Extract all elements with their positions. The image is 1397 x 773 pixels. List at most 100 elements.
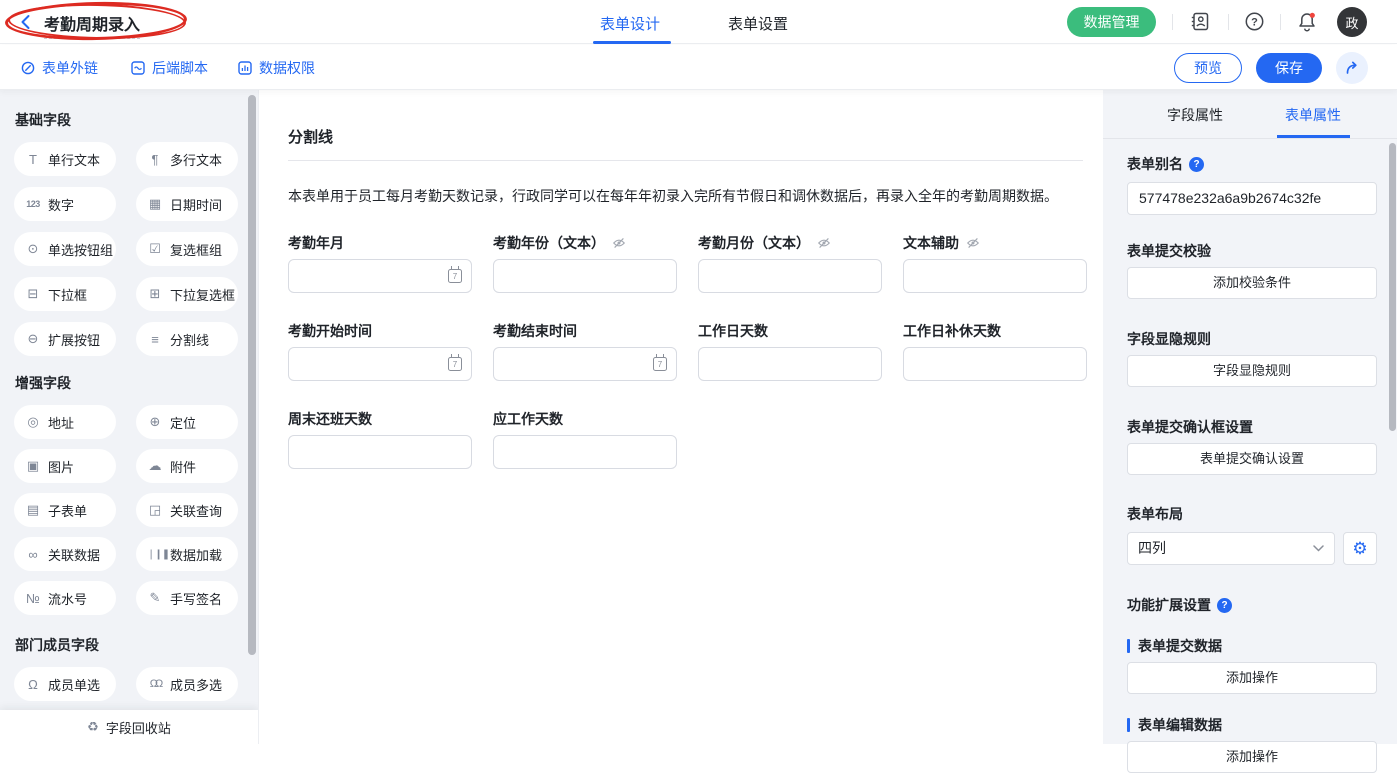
date-input[interactable]: 7 bbox=[288, 347, 472, 381]
field-item-dropdown-multi[interactable]: ⊞下拉复选框 bbox=[136, 277, 238, 311]
field-item-subform[interactable]: ▤子表单 bbox=[14, 493, 116, 527]
member-single-icon: Ω bbox=[25, 677, 41, 692]
chevron-down-icon bbox=[1313, 545, 1324, 552]
canvas-field-attendance-month[interactable]: 考勤年月 7 bbox=[288, 233, 472, 293]
field-visibility-button[interactable]: 字段显隐规则 bbox=[1127, 355, 1377, 387]
canvas-field-weekend-makeup[interactable]: 周末还班天数 bbox=[288, 409, 472, 469]
canvas-field-attendance-month-text[interactable]: 考勤月份（文本） bbox=[698, 233, 882, 293]
field-item-linked-data[interactable]: ∞关联数据 bbox=[14, 537, 116, 571]
field-item-attachment[interactable]: ☁附件 bbox=[136, 449, 238, 483]
calendar-icon: 7 bbox=[653, 357, 667, 371]
canvas-field-workday-comp-rest[interactable]: 工作日补休天数 bbox=[903, 321, 1087, 381]
field-item-multi-line-text[interactable]: ¶多行文本 bbox=[136, 142, 238, 176]
field-item-number[interactable]: 123数字 bbox=[14, 187, 116, 221]
canvas-field-attendance-year-text[interactable]: 考勤年份（文本） bbox=[493, 233, 677, 293]
field-item-data-load[interactable]: ❘❙❚数据加载 bbox=[136, 537, 238, 571]
field-item-extend-button[interactable]: ⊖扩展按钮 bbox=[14, 322, 116, 356]
sidebar-scrollbar[interactable] bbox=[248, 95, 256, 655]
eye-off-icon bbox=[817, 236, 831, 250]
field-item-image[interactable]: ▣图片 bbox=[14, 449, 116, 483]
linked-data-icon: ∞ bbox=[25, 547, 41, 562]
data-permission-button[interactable]: 数据权限 bbox=[237, 58, 315, 78]
tab-form-properties[interactable]: 表单属性 bbox=[1285, 105, 1341, 125]
external-link-button[interactable]: 表单外链 bbox=[20, 58, 98, 78]
divider-icon: ≡ bbox=[147, 332, 163, 347]
notification-bell-icon[interactable] bbox=[1296, 11, 1318, 33]
field-item-signature[interactable]: ✎手写签名 bbox=[136, 581, 238, 615]
field-item-member-single[interactable]: Ω成员单选 bbox=[14, 667, 116, 701]
help-icon[interactable]: ? bbox=[1189, 157, 1204, 172]
tab-field-properties[interactable]: 字段属性 bbox=[1167, 105, 1223, 125]
text-input[interactable] bbox=[903, 347, 1087, 381]
layout-gear-button[interactable]: ⚙ bbox=[1343, 532, 1377, 565]
panel-active-tab-underline bbox=[1277, 135, 1350, 138]
field-item-divider[interactable]: ≡分割线 bbox=[136, 322, 238, 356]
contacts-icon[interactable] bbox=[1190, 11, 1211, 32]
field-item-location[interactable]: ⊕定位 bbox=[136, 405, 238, 439]
preview-button[interactable]: 预览 bbox=[1174, 53, 1242, 83]
signature-icon: ✎ bbox=[147, 590, 163, 606]
share-button[interactable] bbox=[1336, 52, 1368, 84]
add-action-edit-button[interactable]: 添加操作 bbox=[1127, 741, 1377, 773]
calendar-icon: 7 bbox=[448, 269, 462, 283]
field-item-linked-query[interactable]: ◲关联查询 bbox=[136, 493, 238, 527]
submit-confirm-button[interactable]: 表单提交确认设置 bbox=[1127, 443, 1377, 475]
field-item-datetime[interactable]: ▦日期时间 bbox=[136, 187, 238, 221]
field-item-dropdown[interactable]: ⊟下拉框 bbox=[14, 277, 116, 311]
field-item-checkbox-group[interactable]: ☑复选框组 bbox=[136, 232, 238, 266]
add-validation-button[interactable]: 添加校验条件 bbox=[1127, 267, 1377, 299]
tab-form-design[interactable]: 表单设计 bbox=[600, 13, 660, 34]
text-input[interactable] bbox=[493, 259, 677, 293]
field-item-serial-number[interactable]: №流水号 bbox=[14, 581, 116, 615]
tab-form-settings[interactable]: 表单设置 bbox=[728, 13, 788, 34]
add-action-submit-button[interactable]: 添加操作 bbox=[1127, 662, 1377, 694]
canvas-field-expected-workdays[interactable]: 应工作天数 bbox=[493, 409, 677, 469]
canvas-field-attendance-end[interactable]: 考勤结束时间 7 bbox=[493, 321, 677, 381]
share-arrow-icon bbox=[1344, 60, 1360, 76]
field-label: 考勤年份（文本） bbox=[493, 233, 605, 253]
help-icon[interactable]: ? bbox=[1217, 598, 1232, 613]
field-recycle-bin[interactable]: ♻ 字段回收站 bbox=[0, 710, 258, 744]
field-label: 周末还班天数 bbox=[288, 409, 372, 429]
field-item-radio-group[interactable]: ⊙单选按钮组 bbox=[14, 232, 116, 266]
avatar[interactable]: 政 bbox=[1337, 7, 1367, 37]
back-icon[interactable] bbox=[18, 13, 34, 31]
field-label: 文本辅助 bbox=[903, 233, 959, 253]
page-title[interactable]: 考勤周期录入 bbox=[44, 11, 140, 39]
eye-off-icon bbox=[966, 236, 980, 250]
header-divider bbox=[1280, 14, 1281, 30]
form-canvas: 分割线 本表单用于员工每月考勤天数记录，行政同学可以在每年年初录入完所有节假日和… bbox=[258, 90, 1103, 744]
save-button[interactable]: 保存 bbox=[1256, 53, 1322, 83]
field-item-single-line-text[interactable]: T单行文本 bbox=[14, 142, 116, 176]
data-manage-button[interactable]: 数据管理 bbox=[1067, 7, 1156, 37]
calendar-icon: 7 bbox=[448, 357, 462, 371]
canvas-divider-title[interactable]: 分割线 bbox=[288, 126, 1083, 147]
data-load-icon: ❘❙❚ bbox=[147, 549, 163, 560]
backend-script-button[interactable]: 后端脚本 bbox=[130, 58, 208, 78]
attachment-icon: ☁ bbox=[147, 458, 163, 474]
section-title-member-fields: 部门成员字段 bbox=[15, 635, 244, 655]
form-alias-input[interactable]: 577478e232a6a9b2674c32fe bbox=[1127, 182, 1377, 215]
layout-select[interactable]: 四列 bbox=[1127, 532, 1335, 565]
panel-scrollbar[interactable] bbox=[1389, 143, 1396, 431]
field-label: 考勤开始时间 bbox=[288, 321, 372, 341]
text-input[interactable] bbox=[493, 435, 677, 469]
text-input[interactable] bbox=[903, 259, 1087, 293]
date-input[interactable]: 7 bbox=[288, 259, 472, 293]
date-input[interactable]: 7 bbox=[493, 347, 677, 381]
text-input[interactable] bbox=[288, 435, 472, 469]
form-description[interactable]: 本表单用于员工每月考勤天数记录，行政同学可以在每年年初录入完所有节假日和调休数据… bbox=[288, 186, 1083, 206]
serial-number-icon: № bbox=[25, 591, 41, 606]
header-divider bbox=[1172, 14, 1173, 30]
blue-accent-bar bbox=[1127, 718, 1130, 732]
field-item-address[interactable]: ◎地址 bbox=[14, 405, 116, 439]
dropdown-multi-icon: ⊞ bbox=[147, 286, 163, 302]
field-item-member-multi[interactable]: ΩΩ成员多选 bbox=[136, 667, 238, 701]
text-input[interactable] bbox=[698, 347, 882, 381]
canvas-field-text-helper[interactable]: 文本辅助 bbox=[903, 233, 1087, 293]
help-icon[interactable]: ? bbox=[1244, 11, 1265, 32]
canvas-field-attendance-start[interactable]: 考勤开始时间 7 bbox=[288, 321, 472, 381]
submit-confirm-label: 表单提交确认框设置 bbox=[1127, 417, 1377, 437]
text-input[interactable] bbox=[698, 259, 882, 293]
canvas-field-workdays[interactable]: 工作日天数 bbox=[698, 321, 882, 381]
